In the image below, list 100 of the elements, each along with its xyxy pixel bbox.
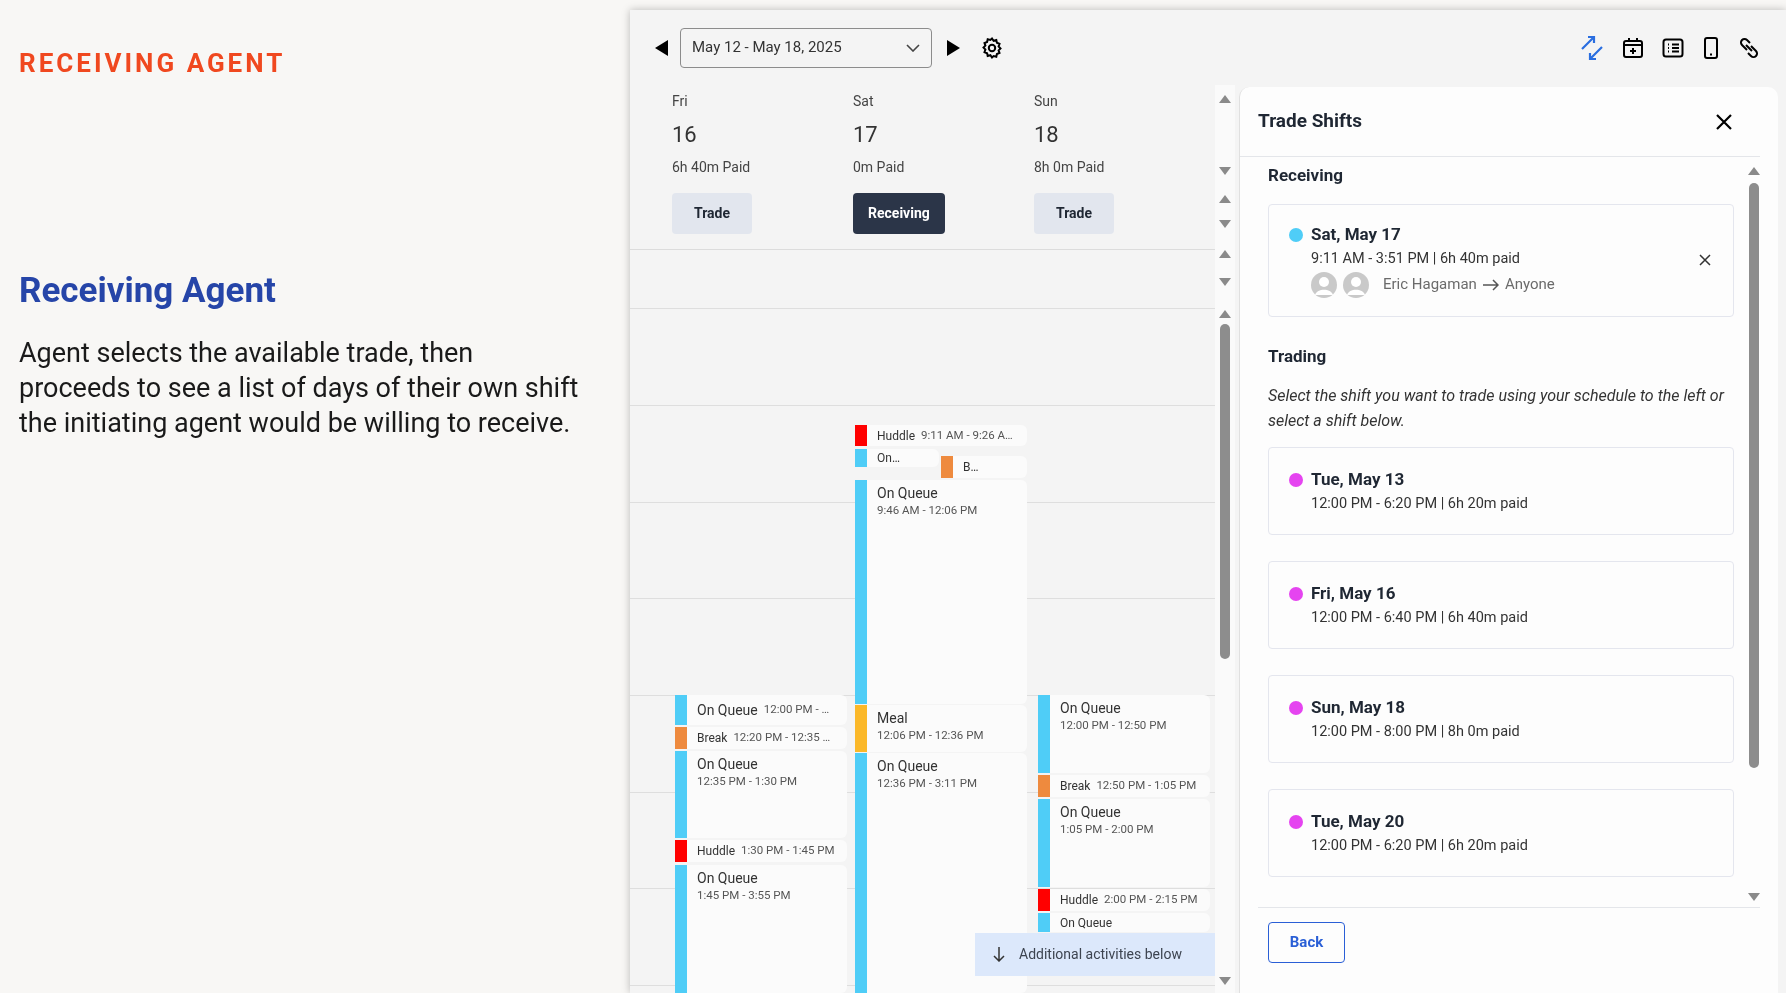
activity-block[interactable]: On… xyxy=(867,449,939,467)
avatar-icon xyxy=(1343,271,1369,298)
activity-time: 9:11 AM - 9:26 A… xyxy=(921,426,1013,444)
activity-time: 9:46 AM - 12:06 PM xyxy=(877,502,979,518)
trade-from-name: Eric Hagaman xyxy=(1383,274,1477,296)
activity-label: Meal xyxy=(877,709,909,727)
activity-block[interactable]: On Queue 1:05 PM - 2:00 PM xyxy=(1050,799,1210,887)
shift-detail: 12:00 PM - 6:20 PM | 6h 20m paid xyxy=(1311,835,1529,856)
date-range-dropdown[interactable]: May 12 - May 18, 2025 xyxy=(680,27,932,68)
activity-label: Huddle xyxy=(1060,892,1098,909)
day-number: 18 xyxy=(1034,121,1059,149)
activity-label: On… xyxy=(877,450,900,467)
description-paragraph: Agent selects the available trade, then proceeds to see a list of days of their own shift the initiating agent would be willing to receive. xyxy=(19,335,579,441)
activity-time: 1:45 PM - 3:55 PM xyxy=(697,887,792,903)
settings-icon[interactable] xyxy=(980,35,1004,60)
activity-label: Break xyxy=(697,730,728,747)
shift-date: Sat, May 17 xyxy=(1311,223,1401,247)
activity-time: 1:30 PM - 1:45 PM xyxy=(741,842,835,860)
shift-detail: 12:00 PM - 8:00 PM | 8h 0m paid xyxy=(1311,721,1521,742)
activity-time: 12:50 PM - 1:05 PM xyxy=(1096,777,1197,795)
paid-hours: 8h 0m Paid xyxy=(1034,158,1105,177)
more-activities-banner[interactable]: Additional activities below xyxy=(975,933,1215,976)
scroll-up-icon[interactable] xyxy=(1219,195,1231,203)
shift-option-card[interactable]: Fri, May 16 12:00 PM - 6:40 PM | 6h 40m paid xyxy=(1268,561,1734,649)
arrow-right-icon xyxy=(1482,278,1499,291)
section-heading: Receiving Agent xyxy=(19,269,277,313)
activity-time: 12:00 PM - 12:50 PM xyxy=(1060,717,1168,733)
previous-week-icon[interactable] xyxy=(655,39,669,56)
scroll-up-icon[interactable] xyxy=(1219,95,1231,103)
day-action-button[interactable]: Trade xyxy=(1034,193,1114,234)
activity-block[interactable]: On Queue 12:35 PM - 1:30 PM xyxy=(687,751,847,838)
activity-block[interactable]: Huddle 1:30 PM - 1:45 PM xyxy=(687,840,847,862)
scroll-down-icon[interactable] xyxy=(1219,278,1231,286)
shift-date: Fri, May 16 xyxy=(1311,582,1396,606)
scroll-down-icon[interactable] xyxy=(1219,220,1231,228)
link-icon[interactable] xyxy=(1737,35,1761,60)
trade-to-name: Anyone xyxy=(1504,274,1555,296)
back-button[interactable]: Back xyxy=(1268,922,1345,963)
activity-time: 12:35 PM - 1:30 PM xyxy=(697,773,798,789)
scrollbar-thumb[interactable] xyxy=(1749,183,1759,768)
activity-block[interactable]: B… xyxy=(953,456,1027,478)
day-action-button[interactable]: Receiving xyxy=(853,193,945,234)
day-action-button[interactable]: Trade xyxy=(672,193,752,234)
activity-block[interactable]: On Queue 9:46 AM - 12:06 PM xyxy=(867,480,1027,704)
day-number: 16 xyxy=(672,121,697,149)
eyebrow-title: RECEIVING AGENT xyxy=(19,47,287,80)
scroll-up-icon[interactable] xyxy=(1219,310,1231,318)
receiving-shift-card[interactable]: Sat, May 17 9:11 AM - 3:51 PM | 6h 40m paid Eric Hagaman Anyone xyxy=(1268,203,1734,317)
shift-detail: 12:00 PM - 6:40 PM | 6h 40m paid xyxy=(1311,607,1529,628)
activity-time: 1:05 PM - 2:00 PM xyxy=(1060,821,1155,837)
mobile-phone-icon[interactable] xyxy=(1701,35,1721,60)
shift-detail: 12:00 PM - 6:20 PM | 6h 20m paid xyxy=(1311,493,1529,514)
activity-label: On Queue xyxy=(697,755,759,773)
swap-arrows-icon[interactable] xyxy=(1579,34,1605,61)
day-name: Sat xyxy=(853,92,874,111)
activity-block[interactable]: Break 12:50 PM - 1:05 PM xyxy=(1050,775,1210,797)
day-number: 17 xyxy=(853,121,878,149)
shift-option-card[interactable]: Sun, May 18 12:00 PM - 8:00 PM | 8h 0m paid xyxy=(1268,675,1734,763)
activity-label: On Queue xyxy=(697,869,759,887)
activity-time: 12:36 PM - 3:11 PM xyxy=(877,775,978,791)
activity-block[interactable]: On Queue 12:00 PM - … xyxy=(687,695,847,725)
activity-block[interactable]: Break 12:20 PM - 12:35 … xyxy=(687,727,847,749)
shift-option-card[interactable]: Tue, May 13 12:00 PM - 6:20 PM | 6h 20m paid xyxy=(1268,447,1734,535)
paid-hours: 0m Paid xyxy=(853,158,905,177)
activity-block[interactable]: Meal 12:06 PM - 12:36 PM xyxy=(867,705,1027,752)
shift-date: Tue, May 20 xyxy=(1311,810,1405,834)
activity-label: Huddle xyxy=(877,427,915,445)
activity-label: On Queue xyxy=(877,484,939,502)
shift-date: Sun, May 18 xyxy=(1311,696,1406,720)
activity-block[interactable]: On Queue xyxy=(1050,913,1210,932)
remove-icon[interactable] xyxy=(1699,254,1711,266)
section-heading: Trading xyxy=(1268,344,1328,368)
activity-label: On Queue xyxy=(697,700,758,720)
scroll-down-icon[interactable] xyxy=(1219,167,1231,175)
instructions-text: Select the shift you want to trade using your schedule to the left or select a shift below. xyxy=(1268,385,1726,432)
avatar-icon xyxy=(1311,271,1337,298)
activity-label: Break xyxy=(1060,778,1091,795)
activity-time: 12:20 PM - 12:35 … xyxy=(733,729,831,747)
activity-block[interactable]: Huddle 9:11 AM - 9:26 A… xyxy=(867,425,1027,446)
activity-time: 12:06 PM - 12:36 PM xyxy=(877,727,985,743)
activity-label: Huddle xyxy=(697,843,735,860)
activity-label: On Queue xyxy=(1060,699,1122,717)
scroll-down-icon[interactable] xyxy=(1748,893,1760,901)
activity-block[interactable]: On Queue 12:00 PM - 12:50 PM xyxy=(1050,695,1210,773)
activity-block[interactable]: On Queue 1:45 PM - 3:55 PM xyxy=(687,865,847,993)
calendar-add-icon[interactable] xyxy=(1621,35,1645,60)
activity-label: On Queue xyxy=(1060,803,1122,821)
close-icon[interactable] xyxy=(1716,113,1732,130)
scrollbar-thumb[interactable] xyxy=(1220,324,1230,659)
scroll-up-icon[interactable] xyxy=(1219,250,1231,258)
shift-date: Tue, May 13 xyxy=(1311,468,1405,492)
shift-option-card[interactable]: Tue, May 20 12:00 PM - 6:20 PM | 6h 20m paid xyxy=(1268,789,1734,877)
activity-label: On Queue xyxy=(877,757,939,775)
day-name: Sun xyxy=(1034,92,1058,111)
scroll-up-icon[interactable] xyxy=(1748,167,1760,175)
next-week-icon[interactable] xyxy=(946,39,960,56)
scroll-down-icon[interactable] xyxy=(1219,977,1231,985)
activity-block[interactable]: Huddle 2:00 PM - 2:15 PM xyxy=(1050,889,1210,911)
panel-title: Trade Shifts xyxy=(1258,108,1362,135)
activity-label: On Queue xyxy=(1060,914,1113,932)
